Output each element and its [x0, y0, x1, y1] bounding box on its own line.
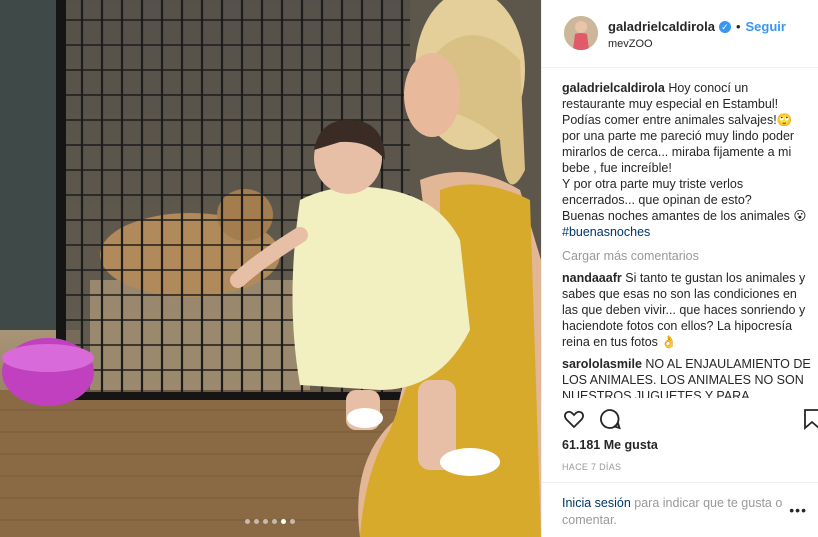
carousel-dot[interactable] [290, 519, 295, 524]
post-timestamp[interactable]: HACE 7 DÍAS [562, 462, 621, 472]
photo-illustration [0, 0, 541, 537]
hashtag-link[interactable]: #buenasnoches [562, 225, 650, 239]
verified-badge-icon: ✓ [718, 20, 731, 33]
carousel-dot[interactable] [263, 519, 268, 524]
comment-item: nandaaafr Si tanto te gustan los animale… [562, 270, 812, 350]
carousel-indicator[interactable] [245, 519, 295, 524]
follow-button[interactable]: Seguir [746, 19, 786, 34]
location-link[interactable]: mevZOO [608, 38, 653, 50]
heart-icon[interactable] [562, 407, 586, 431]
login-link[interactable]: Inicia sesión [562, 496, 631, 510]
bookmark-icon[interactable] [800, 407, 818, 431]
instagram-post-view: galadrielcaldirola ✓ • Seguir mevZOO gal… [0, 0, 818, 537]
caption-username[interactable]: galadrielcaldirola [562, 81, 665, 95]
header-user-line: galadrielcaldirola ✓ • Seguir [608, 19, 786, 34]
action-bar [562, 407, 818, 435]
caption-text: Hoy conocí un restaurante muy especial e… [562, 81, 807, 223]
carousel-dot-active[interactable] [281, 519, 286, 524]
username-link[interactable]: galadrielcaldirola [608, 19, 715, 34]
login-text: Inicia sesión para indicar que te gusta … [562, 495, 792, 529]
load-more-comments-button[interactable]: Cargar más comentarios [562, 248, 812, 264]
comment-icon[interactable] [598, 407, 622, 431]
post-header: galadrielcaldirola ✓ • Seguir mevZOO [542, 0, 818, 68]
post-sidebar: galadrielcaldirola ✓ • Seguir mevZOO gal… [541, 0, 818, 537]
carousel-dot[interactable] [272, 519, 277, 524]
more-options-icon[interactable]: ••• [789, 502, 807, 518]
comment-username[interactable]: nandaaafr [562, 271, 622, 285]
carousel-dot[interactable] [254, 519, 259, 524]
avatar-image [564, 16, 598, 50]
separator-dot: • [735, 19, 741, 34]
post-photo[interactable] [0, 0, 541, 537]
likes-count[interactable]: 61.181 Me gusta [562, 438, 658, 452]
avatar[interactable] [564, 16, 598, 50]
comment-item: sarololasmile NO AL ENJAULAMIENTO DE LOS… [562, 356, 812, 398]
caption: galadrielcaldirola Hoy conocí un restaur… [562, 80, 812, 240]
carousel-dot[interactable] [245, 519, 250, 524]
comments-section[interactable]: galadrielcaldirola Hoy conocí un restaur… [562, 80, 812, 398]
comment-username[interactable]: sarololasmile [562, 357, 642, 371]
login-prompt: Inicia sesión para indicar que te gusta … [542, 482, 818, 537]
